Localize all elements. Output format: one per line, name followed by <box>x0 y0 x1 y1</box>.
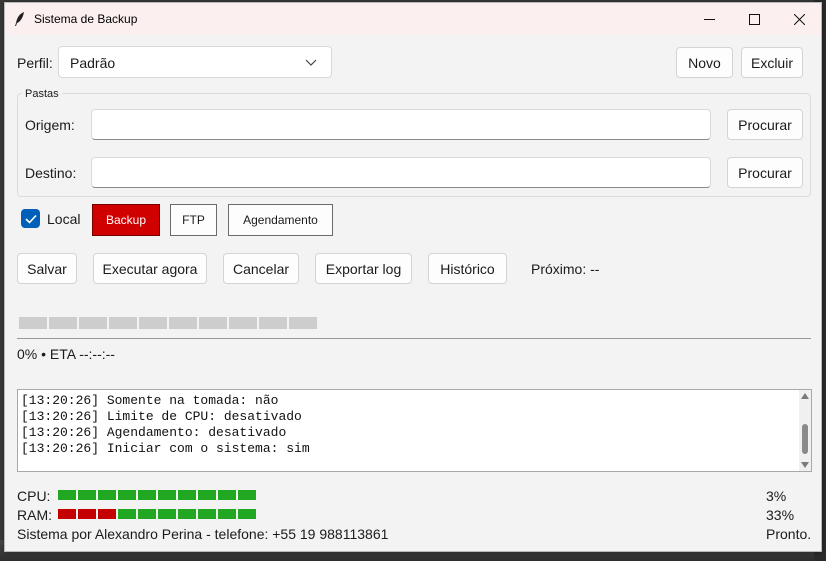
chevron-down-icon <box>305 59 317 66</box>
progress-segment <box>79 317 107 329</box>
log-line: [13:20:26] Iniciar com o sistema: sim <box>21 441 310 456</box>
next-run-label: Próximo: -- <box>531 261 600 277</box>
ram-meter-segment <box>78 509 96 519</box>
new-profile-button[interactable]: Novo <box>676 47 733 78</box>
close-icon <box>793 13 805 25</box>
cpu-meter-segment <box>138 490 156 500</box>
scroll-thumb[interactable] <box>802 424 808 454</box>
origin-input[interactable] <box>91 109 711 140</box>
cpu-meter <box>58 490 256 500</box>
cancel-button[interactable]: Cancelar <box>223 253 299 284</box>
ram-meter-segment <box>98 509 116 519</box>
cpu-meter-segment <box>198 490 216 500</box>
log-line: [13:20:26] Agendamento: desativado <box>21 425 287 440</box>
run-now-button[interactable]: Executar agora <box>93 253 207 284</box>
scroll-up-icon[interactable] <box>801 393 809 399</box>
ram-value: 33% <box>766 507 795 523</box>
local-label: Local <box>47 211 81 227</box>
maximize-icon <box>748 13 760 25</box>
schedule-mode-button[interactable]: Agendamento <box>228 204 333 236</box>
title-bar[interactable]: Sistema de Backup <box>5 3 821 35</box>
log-scrollbar[interactable] <box>799 390 811 471</box>
status-text: Pronto. <box>766 526 812 542</box>
cpu-meter-segment <box>98 490 116 500</box>
cpu-meter-segment <box>218 490 236 500</box>
ram-meter-segment <box>118 509 136 519</box>
progress-segment <box>19 317 47 329</box>
browse-origin-button[interactable]: Procurar <box>727 109 803 140</box>
checkmark-icon <box>24 214 37 224</box>
destination-input[interactable] <box>91 157 711 188</box>
ram-meter-segment <box>158 509 176 519</box>
log-line: [13:20:26] Somente na tomada: não <box>21 393 279 408</box>
cpu-meter-segment <box>178 490 196 500</box>
folders-group-title: Pastas <box>22 88 62 100</box>
cpu-meter-segment <box>58 490 76 500</box>
delete-profile-button[interactable]: Excluir <box>741 47 803 78</box>
ram-meter-segment <box>178 509 196 519</box>
progress-segment <box>139 317 167 329</box>
progress-segment <box>289 317 317 329</box>
log-lines: [13:20:26] Somente na tomada: não [13:20:… <box>21 393 310 457</box>
ram-meter <box>58 509 256 519</box>
history-button[interactable]: Histórico <box>428 253 507 284</box>
browse-destination-button[interactable]: Procurar <box>727 157 803 188</box>
progress-segment <box>169 317 197 329</box>
minimize-icon <box>703 18 715 20</box>
ram-meter-segment <box>218 509 236 519</box>
cpu-meter-segment <box>78 490 96 500</box>
progress-text: 0% • ETA --:--:-- <box>17 346 115 362</box>
save-button[interactable]: Salvar <box>17 253 77 284</box>
log-line: [13:20:26] Limite de CPU: desativado <box>21 409 302 424</box>
export-log-button[interactable]: Exportar log <box>315 253 412 284</box>
ram-meter-segment <box>138 509 156 519</box>
profile-dropdown[interactable]: Padrão <box>58 46 332 78</box>
ram-meter-segment <box>58 509 76 519</box>
ftp-mode-button[interactable]: FTP <box>170 204 217 236</box>
destination-label: Destino: <box>25 165 77 181</box>
window-title: Sistema de Backup <box>34 12 138 26</box>
cpu-value: 3% <box>766 488 787 504</box>
progress-segment <box>199 317 227 329</box>
progress-segment <box>109 317 137 329</box>
cpu-meter-segment <box>238 490 256 500</box>
local-checkbox[interactable] <box>21 209 40 228</box>
progress-segment <box>49 317 77 329</box>
backup-mode-button[interactable]: Backup <box>92 204 160 236</box>
separator <box>17 338 811 339</box>
profile-selected-value: Padrão <box>70 55 116 71</box>
ram-label: RAM: <box>17 507 52 523</box>
ram-meter-segment <box>238 509 256 519</box>
scroll-down-icon[interactable] <box>801 462 809 468</box>
profile-label: Perfil: <box>17 55 53 71</box>
maximize-button[interactable] <box>731 3 777 35</box>
cpu-meter-segment <box>118 490 136 500</box>
backup-window: Sistema de Backup Perfil: Padrão Novo Ex… <box>4 2 822 552</box>
progress-bar <box>19 317 317 329</box>
minimize-button[interactable] <box>686 3 732 35</box>
cpu-label: CPU: <box>17 488 51 504</box>
progress-segment <box>259 317 287 329</box>
footer-credits: Sistema por Alexandro Perina - telefone:… <box>17 526 389 542</box>
feather-icon <box>15 12 24 26</box>
cpu-meter-segment <box>158 490 176 500</box>
ram-meter-segment <box>198 509 216 519</box>
close-button[interactable] <box>776 3 822 35</box>
log-area[interactable]: [13:20:26] Somente na tomada: não [13:20:… <box>17 389 812 472</box>
progress-segment <box>229 317 257 329</box>
origin-label: Origem: <box>25 117 75 133</box>
